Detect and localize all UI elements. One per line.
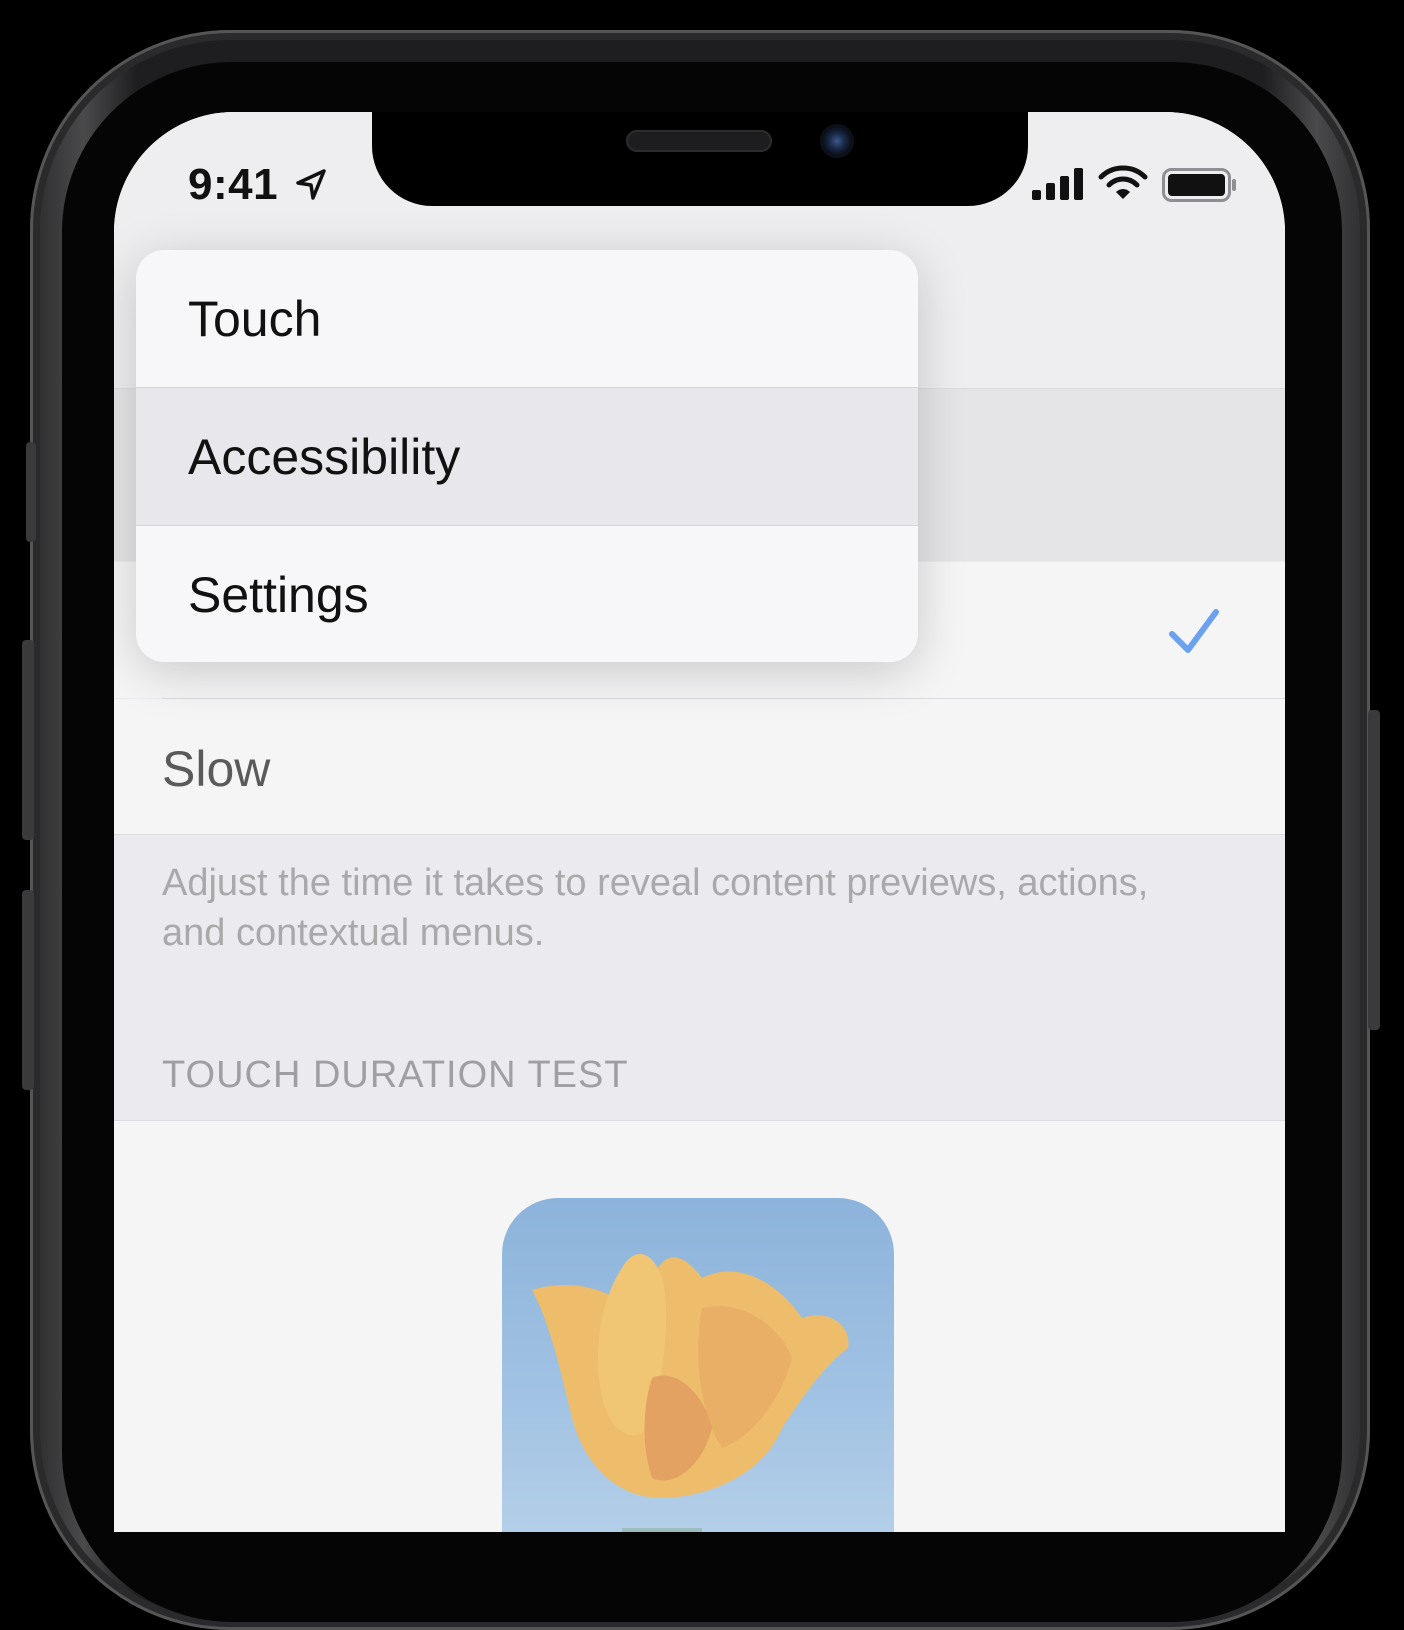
notch: [372, 112, 1028, 206]
menu-item-label: Accessibility: [188, 429, 461, 485]
status-time: 9:41: [188, 160, 279, 209]
volume-down-button: [22, 890, 34, 1090]
menu-item-settings[interactable]: Settings: [136, 526, 918, 662]
side-button: [26, 442, 36, 542]
cellular-signal-icon: [1032, 168, 1083, 200]
menu-item-label: Touch: [188, 291, 322, 347]
menu-item-label: Settings: [188, 567, 369, 623]
battery-icon: [1162, 168, 1236, 202]
menu-item-touch[interactable]: Touch: [136, 250, 918, 387]
location-arrow-icon: [296, 169, 326, 200]
menu-item-accessibility[interactable]: Accessibility: [136, 388, 918, 525]
volume-up-button: [22, 640, 34, 840]
context-menu: Touch Accessibility Settings: [136, 250, 918, 662]
power-button: [1368, 710, 1380, 1030]
speaker-grille: [626, 130, 772, 152]
screen: Slow Adjust the time it takes to reveal …: [114, 112, 1285, 1532]
front-camera: [820, 124, 854, 158]
wifi-icon: [1098, 165, 1148, 199]
